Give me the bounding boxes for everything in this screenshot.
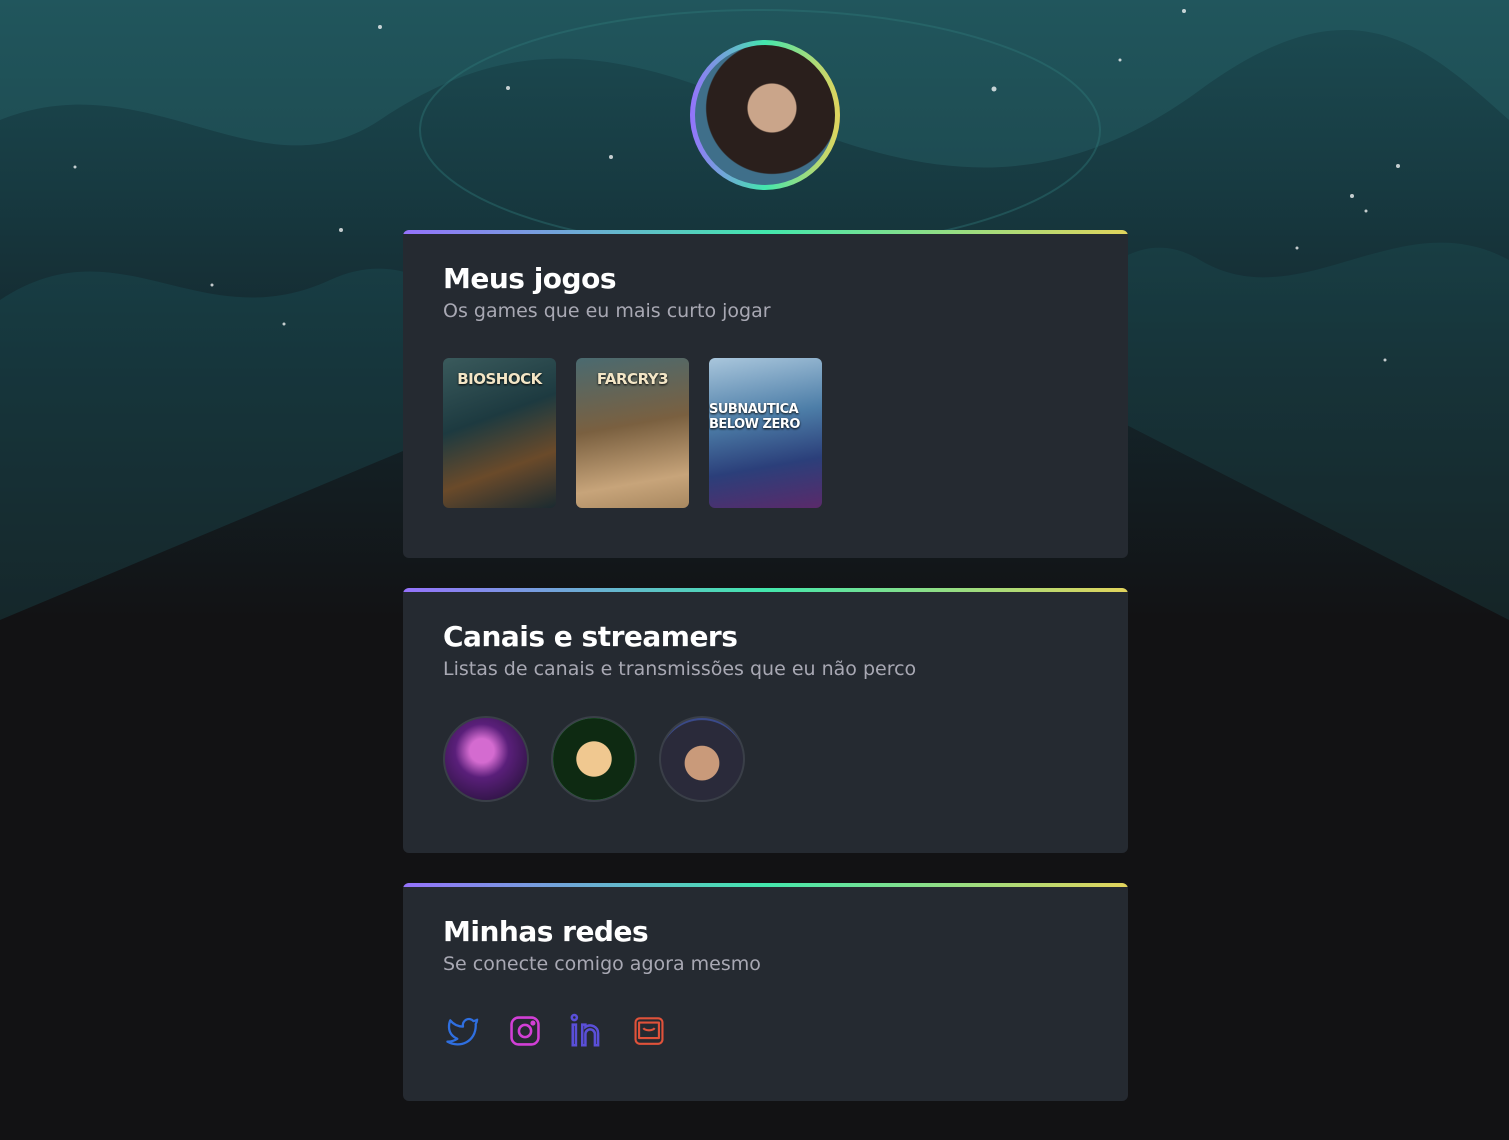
game-title: SUBNAUTICA BELOW ZERO xyxy=(709,402,800,432)
games-title: Meus jogos xyxy=(443,262,616,295)
streamers-list xyxy=(443,716,745,802)
games-subtitle: Os games que eu mais curto jogar xyxy=(443,300,771,322)
social-card: Minhas redes Se conecte comigo agora mes… xyxy=(403,883,1128,1101)
instagram-icon[interactable] xyxy=(505,1011,545,1051)
game-title: FARCRY3 xyxy=(596,370,669,388)
game-cover-farcry3[interactable]: FARCRY3 xyxy=(576,358,689,508)
streamers-subtitle: Listas de canais e transmissões que eu n… xyxy=(443,658,917,680)
games-list: BIOSHOCK FARCRY3 SUBNAUTICA BELOW ZERO xyxy=(443,358,822,508)
linkedin-icon[interactable] xyxy=(567,1011,607,1051)
social-subtitle: Se conecte comigo agora mesmo xyxy=(443,953,761,975)
game-cover-subnautica[interactable]: SUBNAUTICA BELOW ZERO xyxy=(709,358,822,508)
streamer-avatar-1[interactable] xyxy=(443,716,529,802)
games-card: Meus jogos Os games que eu mais curto jo… xyxy=(403,230,1128,558)
twitter-icon[interactable] xyxy=(443,1011,483,1051)
profile-avatar xyxy=(690,40,840,190)
game-cover-bioshock[interactable]: BIOSHOCK xyxy=(443,358,556,508)
streamer-avatar-casimiro[interactable] xyxy=(551,716,637,802)
streamers-title: Canais e streamers xyxy=(443,620,738,653)
social-title: Minhas redes xyxy=(443,915,649,948)
mail-icon[interactable] xyxy=(629,1011,669,1051)
streamers-card: Canais e streamers Listas de canais e tr… xyxy=(403,588,1128,853)
game-title: BIOSHOCK xyxy=(457,370,542,388)
social-links xyxy=(443,1011,669,1051)
streamer-avatar-3[interactable] xyxy=(659,716,745,802)
profile-photo xyxy=(695,45,835,185)
